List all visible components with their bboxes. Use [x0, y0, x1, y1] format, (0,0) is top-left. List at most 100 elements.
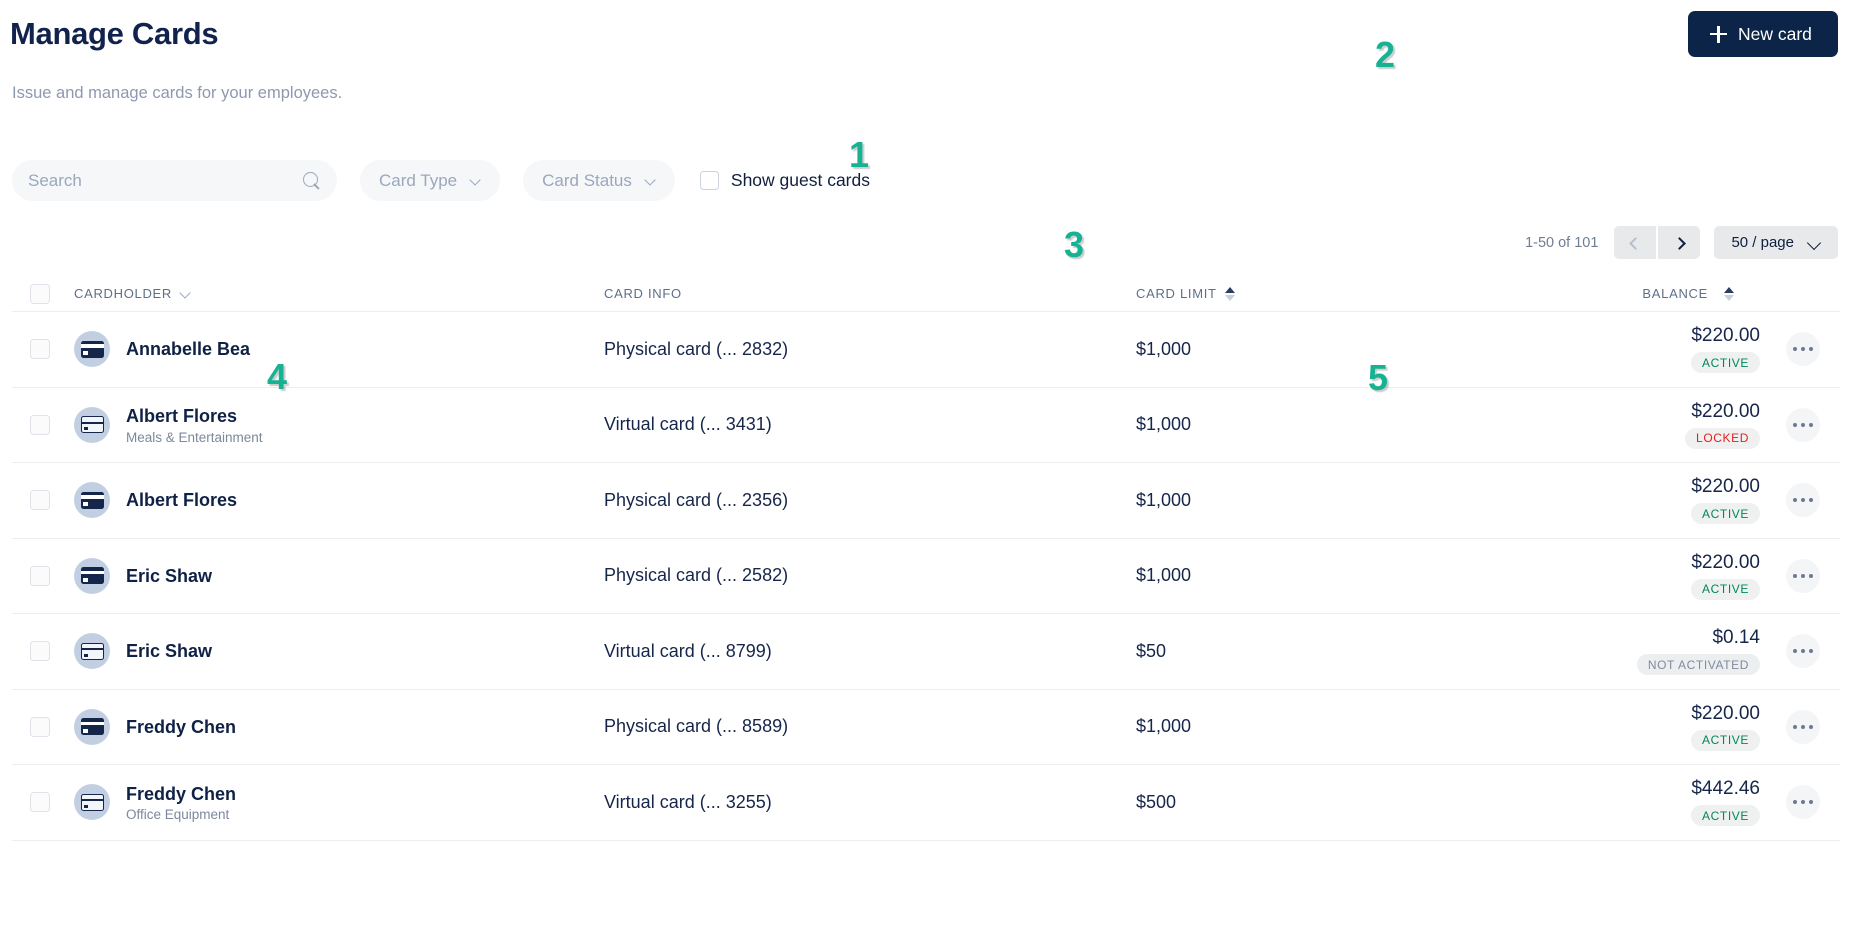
chevron-right-icon [1674, 238, 1684, 248]
table-row[interactable]: Eric Shaw Physical card (... 2582) $1,000 $… [12, 539, 1840, 614]
table-row[interactable]: Freddy Chen Physical card (... 8589) $1,00… [12, 690, 1840, 765]
row-actions-button[interactable] [1786, 785, 1820, 820]
per-page-selector[interactable]: 50 / page [1714, 226, 1838, 259]
row-actions-button[interactable] [1786, 483, 1820, 518]
row-actions-button[interactable] [1786, 634, 1820, 669]
balance-amount: $220.00 [1691, 400, 1760, 422]
pagination-range: 1-50 of 101 [1525, 234, 1599, 251]
balance-amount: $442.46 [1691, 778, 1760, 800]
card-limit-text: $1,000 [1136, 338, 1192, 359]
balance-cell: $220.00 ACTIVE [1576, 703, 1840, 751]
row-checkbox[interactable] [30, 716, 50, 737]
cardholder-name: Freddy Chen [126, 716, 237, 737]
row-actions-button[interactable] [1786, 332, 1820, 367]
column-header-card-limit-label: CARD LIMIT [1136, 286, 1217, 301]
row-actions-button[interactable] [1786, 709, 1820, 744]
search-input[interactable] [28, 170, 303, 191]
status-badge: ACTIVE [1691, 729, 1760, 751]
balance-cell: $220.00 ACTIVE [1576, 552, 1840, 600]
row-actions-button[interactable] [1786, 407, 1820, 442]
annotation-marker-1: 1 [849, 134, 870, 175]
card-type-filter[interactable]: Card Type [360, 160, 501, 201]
sort-ascending-icon [1724, 286, 1734, 301]
card-info-cell: Virtual card (... 3431) [604, 414, 1136, 435]
table-row[interactable]: Albert Flores Meals & Entertainment Virtua… [12, 388, 1840, 463]
balance-cell: $220.00 LOCKED [1576, 401, 1840, 449]
show-guest-cards-checkbox[interactable] [699, 171, 719, 190]
status-badge: NOT ACTIVATED [1636, 654, 1760, 676]
cardholder-name: Freddy Chen [126, 783, 237, 804]
card-info-cell: Physical card (... 2356) [604, 490, 1136, 511]
card-avatar [74, 557, 110, 594]
column-header-balance[interactable]: BALANCE [1576, 286, 1840, 301]
new-card-button[interactable]: New card [1688, 11, 1838, 57]
card-limit-cell: $1,000 [1136, 414, 1576, 435]
chevron-down-icon [180, 288, 191, 299]
manage-cards-page: Manage Cards Issue and manage cards for … [0, 0, 1852, 950]
card-limit-text: $1,000 [1136, 716, 1192, 737]
select-all-checkbox[interactable] [30, 283, 50, 304]
balance-amount: $220.00 [1691, 551, 1760, 573]
card-info-text: Physical card (... 8589) [604, 716, 789, 737]
cardholder-cell: Freddy Chen [74, 708, 604, 745]
cardholder-name: Eric Shaw [126, 565, 213, 586]
card-limit-text: $1,000 [1136, 414, 1192, 435]
card-info-cell: Physical card (... 2582) [604, 565, 1136, 586]
status-badge: ACTIVE [1691, 503, 1760, 525]
table-row[interactable]: Albert Flores Physical card (... 2356) $1,… [12, 463, 1840, 539]
row-actions-button[interactable] [1786, 558, 1820, 593]
card-status-filter-label: Card Status [542, 170, 632, 190]
row-select-cell [12, 339, 74, 360]
column-header-cardholder[interactable]: CARDHOLDER [74, 286, 604, 301]
table-row[interactable]: Eric Shaw Virtual card (... 8799) $50 $0.14… [12, 614, 1840, 690]
card-limit-text: $1,000 [1136, 489, 1192, 510]
card-status-filter[interactable]: Card Status [523, 160, 675, 201]
card-limit-cell: $50 [1136, 641, 1576, 662]
search-box[interactable] [12, 160, 337, 201]
cardholder-category: Office Equipment [126, 807, 230, 822]
plus-icon [1710, 25, 1727, 43]
physical-card-icon [80, 340, 104, 358]
row-checkbox[interactable] [30, 414, 50, 435]
balance-amount: $0.14 [1712, 627, 1760, 649]
per-page-label: 50 / page [1731, 234, 1794, 251]
balance-cell: $220.00 ACTIVE [1576, 325, 1840, 374]
chevron-down-icon [1808, 236, 1821, 249]
row-checkbox[interactable] [30, 490, 50, 511]
row-checkbox[interactable] [30, 339, 50, 360]
cardholder-name: Annabelle Bea [126, 339, 251, 359]
row-checkbox[interactable] [30, 792, 50, 813]
sort-ascending-icon [1224, 286, 1235, 301]
card-info-cell: Virtual card (... 8799) [604, 641, 1136, 662]
row-checkbox[interactable] [30, 565, 50, 586]
previous-page-button[interactable] [1614, 226, 1657, 259]
card-limit-cell: $1,000 [1136, 565, 1576, 586]
card-limit-cell: $1,000 [1136, 490, 1576, 511]
row-select-cell [12, 792, 74, 813]
balance-amount: $220.00 [1691, 325, 1760, 347]
balance-cell: $220.00 ACTIVE [1576, 476, 1840, 525]
next-page-button[interactable] [1658, 226, 1701, 259]
status-badge: ACTIVE [1691, 352, 1760, 374]
row-select-cell [12, 716, 74, 737]
table-row[interactable]: Freddy Chen Office Equipment Virtual card … [12, 765, 1840, 841]
annotation-marker-3: 3 [1064, 224, 1085, 265]
card-avatar [74, 633, 110, 670]
balance-amount: $220.00 [1691, 702, 1760, 724]
card-limit-text: $500 [1136, 791, 1177, 812]
card-avatar [74, 708, 110, 745]
column-header-balance-label: BALANCE [1642, 286, 1708, 301]
balance-cell: $0.14 NOT ACTIVATED [1576, 627, 1840, 676]
pagination-buttons [1614, 226, 1701, 259]
column-header-card-info[interactable]: CARD INFO [604, 286, 1136, 301]
column-header-card-limit[interactable]: CARD LIMIT [1136, 286, 1576, 301]
card-avatar [74, 482, 110, 519]
show-guest-cards-toggle[interactable]: Show guest cards [699, 170, 870, 191]
cardholder-name: Albert Flores [126, 406, 238, 426]
row-checkbox[interactable] [30, 641, 50, 662]
card-limit-cell: $500 [1136, 792, 1576, 813]
status-badge: ACTIVE [1691, 805, 1760, 827]
card-info-text: Physical card (... 2356) [604, 489, 789, 510]
card-limit-cell: $1,000 [1136, 716, 1576, 737]
card-info-text: Physical card (... 2832) [604, 338, 789, 359]
